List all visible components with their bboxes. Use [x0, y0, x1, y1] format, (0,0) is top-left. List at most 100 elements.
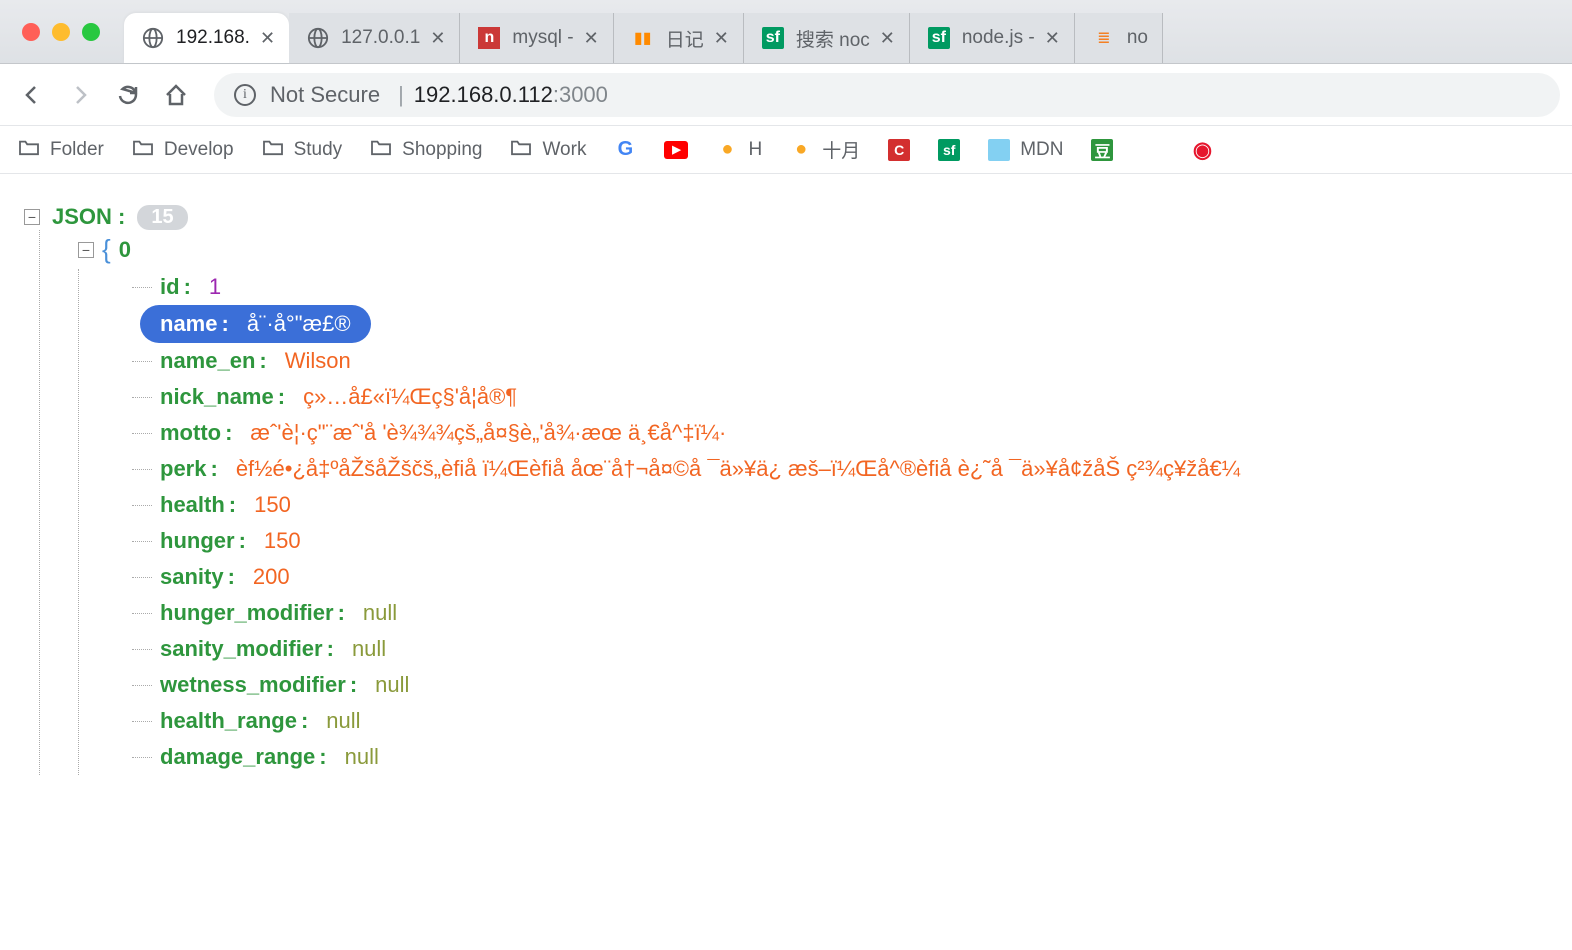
bookmark-item[interactable]: G — [614, 139, 636, 161]
not-secure-label: Not Secure — [270, 82, 380, 108]
json-property-row[interactable]: sanity :200 — [132, 559, 1548, 595]
colon: : — [278, 384, 285, 410]
json-property-row[interactable]: motto : æˆ'è¦·ç"¨æˆ'å 'è¾¾¾çš„å¤§è„'å¾·æœ… — [132, 415, 1548, 451]
tab-title: mysql - — [512, 27, 573, 49]
tab-close-icon[interactable]: ✕ — [714, 28, 729, 49]
bookmark-item[interactable]: C — [888, 139, 910, 161]
json-property-row[interactable]: health_range :null — [132, 703, 1548, 739]
json-property-row[interactable]: sanity_modifier :null — [132, 631, 1548, 667]
json-key: perk — [160, 456, 206, 482]
json-value: null — [363, 600, 397, 626]
bookmark-bar: Folder Develop Study Shopping Work G ▶ ●H ● 十月 Csf… — [0, 126, 1572, 174]
json-array-item: − { 0 id :1name :å¨·å°"æ£®name_en :Wilso… — [34, 230, 1548, 775]
json-value: èf½é•¿å‡ºåŽšåŽščš„èfiå ï¼Œèfiå åœ¨å†¬å¤©… — [236, 456, 1240, 482]
tab-title: no — [1127, 27, 1148, 49]
json-key: nick_name — [160, 384, 274, 410]
json-key: health — [160, 492, 225, 518]
json-property-row[interactable]: id :1 — [132, 269, 1548, 305]
tab-bar: 192.168.✕127.0.0.1✕nmysql - ✕▮▮日记✕sf搜索 n… — [0, 0, 1572, 64]
browser-tab[interactable]: sfnode.js - ✕ — [910, 13, 1075, 63]
json-key: sanity — [160, 564, 224, 590]
tab-title: 搜索 noc — [796, 25, 870, 52]
home-button[interactable] — [156, 75, 196, 115]
bookmark-item[interactable]: ▶ — [664, 141, 688, 159]
json-property-row[interactable]: damage_range :null — [132, 739, 1548, 775]
bookmark-label: Folder — [50, 139, 104, 161]
browser-tab[interactable]: 127.0.0.1✕ — [289, 13, 460, 63]
bookmark-label: 十月 — [822, 136, 860, 163]
colon: : — [228, 564, 235, 590]
collapse-toggle[interactable]: − — [24, 209, 40, 225]
tab-close-icon[interactable]: ✕ — [260, 28, 275, 49]
json-property-row[interactable]: hunger_modifier :null — [132, 595, 1548, 631]
json-value: 1 — [209, 274, 221, 300]
bookmark-item[interactable]: Develop — [132, 138, 234, 162]
colon: : — [225, 420, 232, 446]
tab-title: 日记 — [666, 25, 704, 52]
json-object-header[interactable]: − { 0 — [78, 230, 1548, 269]
colon: : — [327, 636, 334, 662]
bookmark-item[interactable]: Work — [510, 138, 586, 162]
divider: | — [398, 82, 404, 108]
address-bar[interactable]: i Not Secure | 192.168.0.112:3000 — [214, 73, 1560, 117]
bookmark-item[interactable]: 豆 — [1091, 139, 1113, 161]
colon: : — [229, 492, 236, 518]
url-host: 192.168.0.112 — [414, 82, 553, 108]
bookmark-item[interactable]: Shopping — [370, 138, 482, 162]
json-property-row[interactable]: perk : èf½é•¿å‡ºåŽšåŽščš„èfiå ï¼Œèfiå åœ¨… — [132, 451, 1548, 487]
site-info-icon[interactable]: i — [234, 84, 256, 106]
close-window-button[interactable] — [22, 23, 40, 41]
bookmark-item[interactable]: Study — [262, 138, 343, 162]
browser-tab[interactable]: 192.168.✕ — [124, 13, 289, 63]
json-key: name_en — [160, 348, 255, 374]
bookmark-item[interactable]: ◉ — [1191, 139, 1213, 161]
bean-icon: ● — [790, 139, 812, 161]
json-property-row[interactable]: name_en :Wilson — [132, 343, 1548, 379]
bookmark-item[interactable]: Folder — [18, 138, 104, 162]
json-property-row[interactable]: wetness_modifier :null — [132, 667, 1548, 703]
browser-tab[interactable]: ▮▮日记✕ — [614, 13, 744, 63]
json-property-row[interactable]: nick_name :ç»…å£«ï¼Œç§'å¦å®¶ — [132, 379, 1548, 415]
reload-button[interactable] — [108, 75, 148, 115]
bookmark-item[interactable] — [1141, 139, 1163, 161]
browser-tab[interactable]: nmysql - ✕ — [460, 13, 613, 63]
bookmark-item[interactable]: sf — [938, 139, 960, 161]
folder-icon — [18, 138, 40, 162]
maximize-window-button[interactable] — [82, 23, 100, 41]
colon: : — [184, 274, 191, 300]
json-property-row[interactable]: health :150 — [132, 487, 1548, 523]
colon: : — [338, 600, 345, 626]
tab-close-icon[interactable]: ✕ — [584, 28, 599, 49]
colon: : — [319, 744, 326, 770]
bookmark-item[interactable]: MDN — [988, 139, 1063, 161]
tab-close-icon[interactable]: ✕ — [430, 28, 445, 49]
colon: : — [350, 672, 357, 698]
bookmark-item[interactable]: ● 十月 — [790, 136, 860, 163]
segmentfault-icon: sf — [938, 139, 960, 161]
colon: : — [239, 528, 246, 554]
browser-tab[interactable]: sf搜索 noc✕ — [744, 13, 910, 63]
colon: : — [259, 348, 266, 374]
tab-close-icon[interactable]: ✕ — [880, 28, 895, 49]
browser-tab[interactable]: ≣no — [1075, 13, 1163, 63]
json-root-label: JSON : — [52, 204, 125, 230]
back-button[interactable] — [12, 75, 52, 115]
json-property-row[interactable]: name :å¨·å°"æ£® — [140, 305, 371, 343]
forward-button[interactable] — [60, 75, 100, 115]
toolbar: i Not Secure | 192.168.0.112:3000 — [0, 64, 1572, 126]
colon: : — [210, 456, 217, 482]
bookmark-label: Study — [294, 139, 343, 161]
folder-icon — [370, 138, 392, 162]
minimize-window-button[interactable] — [52, 23, 70, 41]
json-value: 150 — [254, 492, 291, 518]
bookmark-item[interactable]: ●H — [716, 139, 762, 161]
tab-close-icon[interactable]: ✕ — [1045, 28, 1060, 49]
json-root-row[interactable]: − JSON : 15 — [24, 204, 1548, 230]
json-value: 150 — [264, 528, 301, 554]
json-property-row[interactable]: hunger :150 — [132, 523, 1548, 559]
collapse-toggle[interactable]: − — [78, 242, 94, 258]
json-value: æˆ'è¦·ç"¨æˆ'å 'è¾¾¾çš„å¤§è„'å¾·æœ ä¸€å^‡… — [250, 420, 726, 446]
json-key: motto — [160, 420, 221, 446]
folder-icon — [132, 138, 154, 162]
mdn-icon — [988, 139, 1010, 161]
